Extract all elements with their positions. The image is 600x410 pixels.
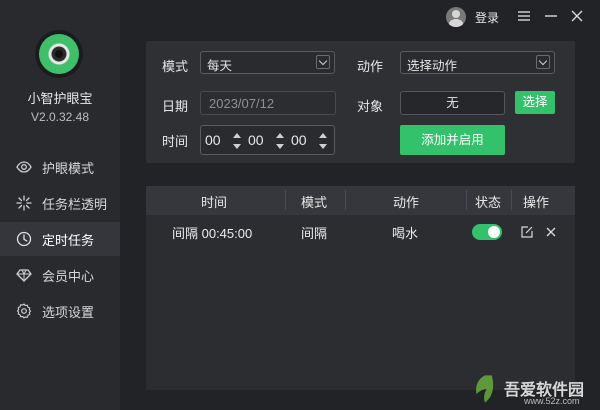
app-version: V2.0.32.48 — [30, 110, 90, 124]
row-action: 喝水 — [392, 226, 419, 241]
select-target-button[interactable]: 选择 — [515, 91, 555, 114]
second-spin-icon[interactable] — [319, 133, 327, 149]
status-toggle[interactable] — [472, 224, 502, 240]
mode-label: 模式 — [162, 59, 189, 74]
diamond-icon — [16, 269, 32, 282]
date-label: 日期 — [162, 99, 189, 114]
action-select[interactable]: 选择动作 — [400, 51, 555, 74]
row-time: 间隔 00:45:00 — [172, 226, 253, 241]
eye-icon — [16, 161, 32, 173]
date-field[interactable]: 2023/07/12 — [200, 91, 336, 115]
gear-icon — [16, 303, 32, 319]
action-select-value: 选择动作 — [407, 59, 458, 73]
sidebar-item-member-center[interactable]: 会员中心 — [0, 258, 120, 292]
column-header-actions: 操作 — [523, 195, 550, 210]
time-second[interactable]: 00 — [291, 132, 307, 148]
time-picker[interactable]: 00 00 00 — [200, 125, 335, 155]
sidebar-item-taskbar-transparent[interactable]: 任务栏透明 — [0, 186, 120, 220]
row-mode: 间隔 — [301, 226, 328, 241]
column-header-time: 时间 — [201, 195, 228, 210]
add-and-enable-button[interactable]: 添加并启用 — [400, 125, 505, 155]
column-header-status: 状态 — [475, 195, 502, 210]
sidebar-item-scheduled-task[interactable]: 定时任务 — [0, 222, 120, 256]
chevron-down-icon — [316, 55, 330, 69]
clock-icon — [16, 231, 32, 247]
sidebar-item-eye-mode[interactable]: 护眼模式 — [0, 150, 120, 184]
chevron-down-icon — [536, 55, 550, 69]
app-logo — [35, 30, 83, 78]
action-label: 动作 — [357, 59, 384, 74]
column-header-mode: 模式 — [301, 195, 328, 210]
mode-select-value: 每天 — [207, 59, 233, 73]
sidebar-item-label: 选项设置 — [42, 304, 95, 320]
watermark: 吾爱软件园 www.52z.com — [460, 370, 600, 410]
sidebar: 小智护眼宝 V2.0.32.48 护眼模式 任务栏透明 定时任务 会员中心 选项… — [0, 0, 120, 410]
minute-spin-icon[interactable] — [276, 133, 284, 149]
minimize-icon[interactable] — [541, 6, 561, 26]
login-link[interactable]: 登录 — [475, 9, 499, 26]
time-hour[interactable]: 00 — [205, 132, 221, 148]
watermark-url: www.52z.com — [524, 396, 580, 406]
sidebar-item-label: 会员中心 — [42, 268, 95, 284]
hour-spin-icon[interactable] — [233, 133, 241, 149]
column-header-action: 动作 — [393, 195, 420, 210]
sidebar-item-label: 定时任务 — [42, 232, 95, 248]
task-table — [146, 186, 575, 390]
mode-select[interactable]: 每天 — [200, 51, 335, 74]
delete-icon[interactable] — [544, 225, 558, 239]
target-field: 无 — [400, 91, 505, 115]
time-label: 时间 — [162, 134, 189, 149]
close-icon[interactable] — [567, 6, 587, 26]
sparkle-icon — [16, 195, 32, 211]
app-name: 小智护眼宝 — [27, 91, 93, 106]
target-label: 对象 — [357, 99, 384, 114]
sidebar-item-label: 任务栏透明 — [42, 196, 108, 212]
sidebar-item-settings[interactable]: 选项设置 — [0, 294, 120, 328]
menu-icon[interactable] — [514, 6, 534, 26]
time-minute[interactable]: 00 — [248, 132, 264, 148]
table-header: 时间 模式 动作 状态 操作 — [146, 186, 575, 215]
user-avatar-icon[interactable] — [446, 7, 466, 27]
sidebar-item-label: 护眼模式 — [42, 160, 95, 176]
edit-icon[interactable] — [520, 225, 534, 239]
